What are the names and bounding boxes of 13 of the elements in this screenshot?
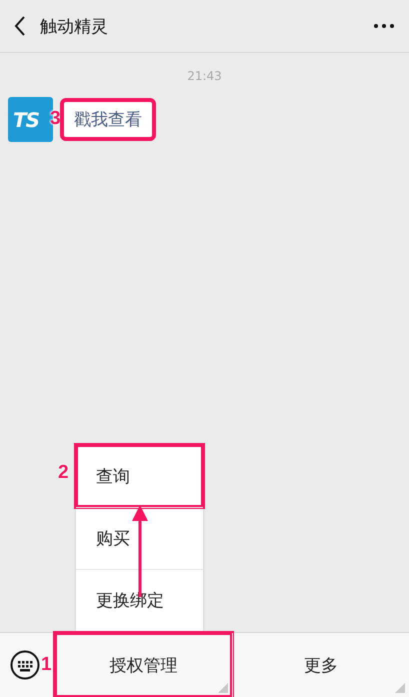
message-bubble[interactable]: 戳我查看 [62, 100, 154, 139]
corner-triangle-icon [395, 683, 405, 693]
back-icon[interactable] [14, 16, 26, 36]
more-icon[interactable] [373, 23, 395, 29]
step-number: 1 [41, 655, 52, 674]
step-number: 2 [58, 463, 69, 482]
corner-triangle-icon [218, 683, 228, 693]
chat-title: 触动精灵 [40, 16, 109, 38]
menu-button[interactable]: 更多 [232, 633, 409, 697]
keyboard-icon[interactable] [10, 650, 40, 680]
menu-button[interactable]: 授权管理 [55, 633, 232, 697]
menu-item[interactable]: 查询 [76, 445, 203, 507]
timestamp: 21:43 [187, 69, 222, 83]
